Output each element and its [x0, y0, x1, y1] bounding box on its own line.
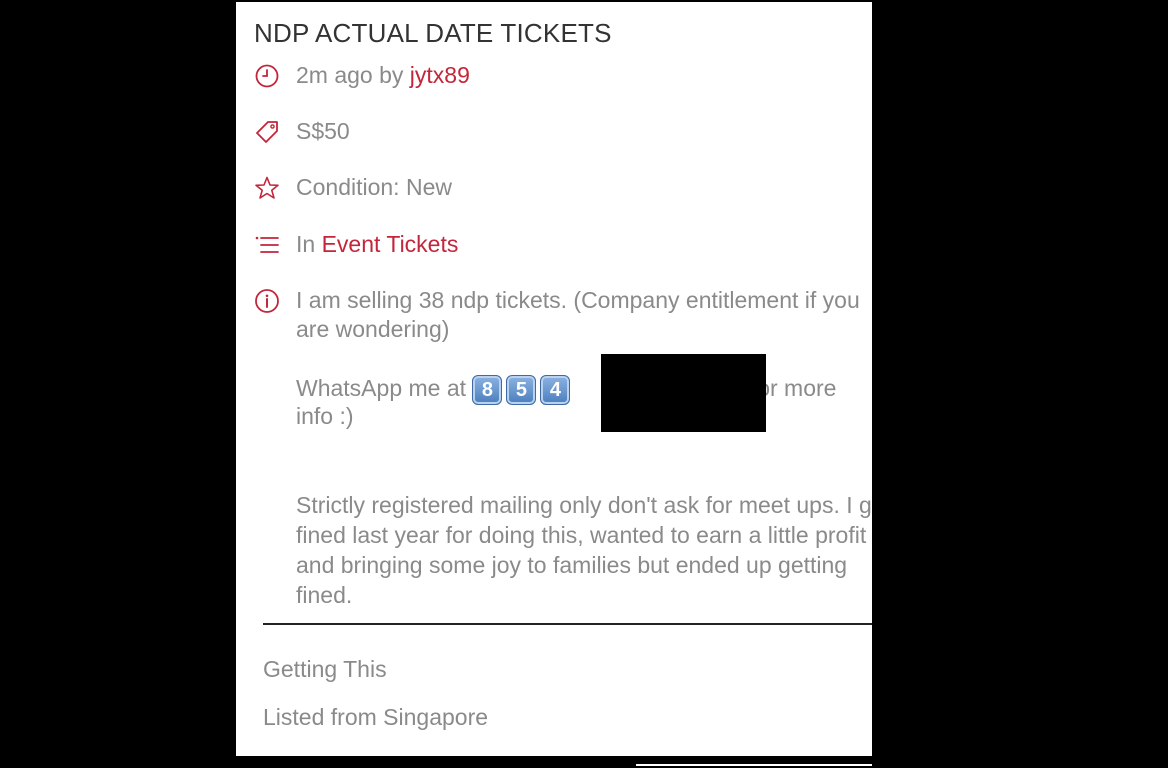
info-icon: [254, 288, 280, 314]
bottom-edge-line: [636, 764, 872, 766]
condition-value: Condition: New: [296, 174, 452, 200]
description-line-1: I am selling 38 ndp tickets. (Company en…: [296, 287, 860, 342]
getting-this-heading: Getting This: [263, 656, 387, 682]
listing-description: I am selling 38 ndp tickets. (Company en…: [296, 286, 872, 608]
redaction-box: [601, 354, 766, 432]
description-row: [254, 288, 280, 314]
digit-keycap: 8: [472, 374, 503, 405]
star-icon: [254, 175, 280, 201]
listed-location: Listed from Singapore: [263, 704, 489, 730]
category-link[interactable]: Event Tickets: [322, 231, 459, 257]
posted-row: 2m ago by jytx89: [254, 62, 470, 89]
condition-row: Condition: New: [254, 174, 452, 201]
description-line-3: Strictly registered mailing only don't a…: [296, 492, 872, 608]
whatsapp-line-2: info :): [296, 403, 354, 429]
seller-username-link[interactable]: jytx89: [410, 62, 470, 88]
listing-title: NDP ACTUAL DATE TICKETS: [254, 18, 612, 48]
price-value: S$50: [296, 118, 350, 144]
list-icon: [254, 232, 280, 258]
category-prefix: In: [296, 231, 322, 257]
clock-icon: [254, 63, 280, 89]
tag-icon: [254, 119, 280, 145]
section-divider: [263, 623, 872, 625]
posted-time: 2m ago by: [296, 62, 410, 88]
category-row: In Event Tickets: [254, 231, 458, 258]
digit-keycap: 4: [540, 374, 571, 405]
listing-card: NDP ACTUAL DATE TICKETS 2m ago by jytx89…: [236, 2, 872, 756]
price-row: S$50: [254, 118, 350, 145]
digit-keycap: 5: [506, 374, 537, 405]
